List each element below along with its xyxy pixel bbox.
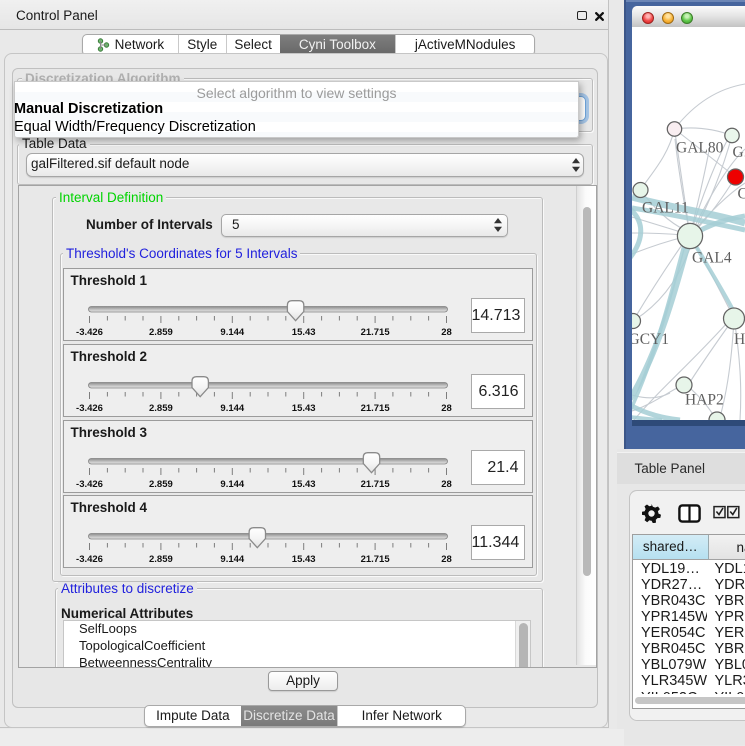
svg-text:GAL11: GAL11 [642,199,689,216]
svg-text:15.43: 15.43 [291,327,315,338]
svg-text:2.859: 2.859 [149,327,173,338]
svg-text:9.144: 9.144 [220,479,244,490]
svg-text:2.859: 2.859 [149,554,173,565]
svg-text:C: C [738,186,745,203]
svg-text:28: 28 [441,479,452,490]
svg-text:-3.426: -3.426 [76,479,103,490]
svg-text:-3.426: -3.426 [76,554,103,565]
svg-text:28: 28 [441,327,452,338]
svg-text:9.144: 9.144 [220,403,244,414]
svg-text:21.715: 21.715 [360,554,390,565]
svg-text:21.715: 21.715 [360,479,390,490]
svg-text:-3.426: -3.426 [76,327,103,338]
svg-text:28: 28 [441,403,452,414]
svg-text:GAL80: GAL80 [676,140,724,157]
svg-text:2.859: 2.859 [149,479,173,490]
svg-text:9.144: 9.144 [220,554,244,565]
svg-text:-3.426: -3.426 [76,403,103,414]
svg-text:G.: G. [733,144,745,161]
svg-text:GAL4: GAL4 [692,249,732,266]
svg-text:HAP2: HAP2 [685,392,724,409]
svg-text:21.715: 21.715 [360,403,390,414]
svg-text:15.43: 15.43 [291,403,315,414]
svg-text:28: 28 [441,554,452,565]
svg-text:H: H [734,331,745,348]
svg-text:15.43: 15.43 [291,479,315,490]
svg-text:2.859: 2.859 [149,403,173,414]
svg-text:9.144: 9.144 [220,327,244,338]
svg-text:15.43: 15.43 [291,554,315,565]
svg-text:21.715: 21.715 [360,327,390,338]
svg-text:GCY1: GCY1 [632,331,669,348]
